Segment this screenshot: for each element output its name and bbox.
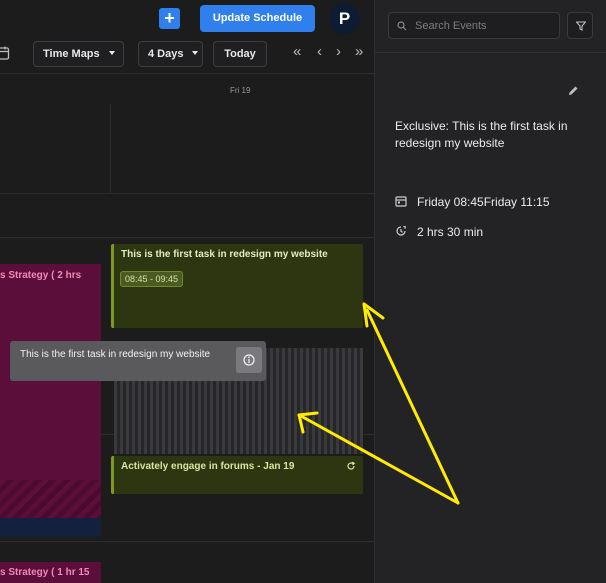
tooltip-text: This is the first task in redesign my we… [20, 349, 211, 360]
calendar-event-blue[interactable] [0, 518, 101, 537]
days-label: 4 Days [148, 48, 184, 60]
calendar-icon[interactable] [0, 45, 10, 61]
chevron-down-icon [192, 51, 199, 55]
search-icon [397, 21, 407, 31]
calendar-event-strategy[interactable] [0, 264, 101, 518]
today-button[interactable]: Today [213, 41, 267, 67]
calendar-toolbar: Time Maps 4 Days Today « ‹ › » [0, 38, 374, 72]
event-detail-title: Exclusive: This is the first task in red… [395, 119, 568, 150]
divider [375, 52, 606, 53]
time-maps-label: Time Maps [43, 48, 100, 60]
add-button[interactable]: + [159, 8, 180, 29]
info-icon [243, 354, 255, 366]
calendar-icon [395, 196, 407, 207]
filter-button[interactable] [567, 12, 593, 39]
avatar[interactable]: P [329, 3, 360, 34]
event-title: Activately engage in forums - Jan 19 [121, 461, 295, 472]
info-button[interactable] [236, 347, 262, 373]
edit-icon[interactable] [568, 85, 579, 96]
nav-first-button[interactable]: « [293, 44, 301, 60]
chevron-down-icon [108, 51, 115, 55]
event-label: s Strategy ( 2 hrs [0, 270, 82, 281]
grid-line [0, 73, 374, 74]
search-input[interactable] [415, 13, 555, 38]
clock-icon [396, 225, 407, 236]
update-schedule-button[interactable]: Update Schedule [200, 5, 315, 32]
nav-next-button[interactable]: › [336, 44, 341, 60]
day-header: Fri 19 [230, 86, 251, 95]
repeat-icon [347, 461, 356, 470]
event-time-text: Friday 08:45Friday 11:15 [417, 195, 550, 209]
event-title: This is the first task in redesign my we… [121, 249, 328, 260]
event-tooltip: This is the first task in redesign my we… [10, 341, 266, 381]
event-label: s Strategy ( 1 hr 15 [0, 567, 90, 578]
grid-line [0, 193, 374, 194]
event-time-badge: 08:45 - 09:45 [120, 271, 184, 287]
event-details-panel: Exclusive: This is the first task in red… [374, 0, 606, 583]
top-bar: + Update Schedule P [0, 0, 374, 38]
nav-last-button[interactable]: » [355, 44, 363, 60]
grid-line [0, 237, 374, 238]
event-detail-duration: 2 hrs 30 min [395, 225, 483, 239]
days-dropdown[interactable]: 4 Days [138, 41, 203, 67]
calendar-event-redesign[interactable]: This is the first task in redesign my we… [111, 244, 363, 328]
grid-line [0, 541, 374, 542]
calendar-event-forums[interactable]: Activately engage in forums - Jan 19 [111, 456, 363, 494]
grid-line [110, 104, 111, 194]
calendar-view: + Update Schedule P Time Maps 4 Days Tod… [0, 0, 374, 583]
filter-icon [576, 21, 586, 31]
search-box [388, 12, 560, 39]
nav-prev-button[interactable]: ‹ [317, 44, 322, 60]
event-hatch [0, 480, 101, 518]
event-duration-text: 2 hrs 30 min [417, 225, 484, 239]
time-maps-dropdown[interactable]: Time Maps [33, 41, 124, 67]
event-detail-time: Friday 08:45Friday 11:15 [395, 195, 550, 209]
